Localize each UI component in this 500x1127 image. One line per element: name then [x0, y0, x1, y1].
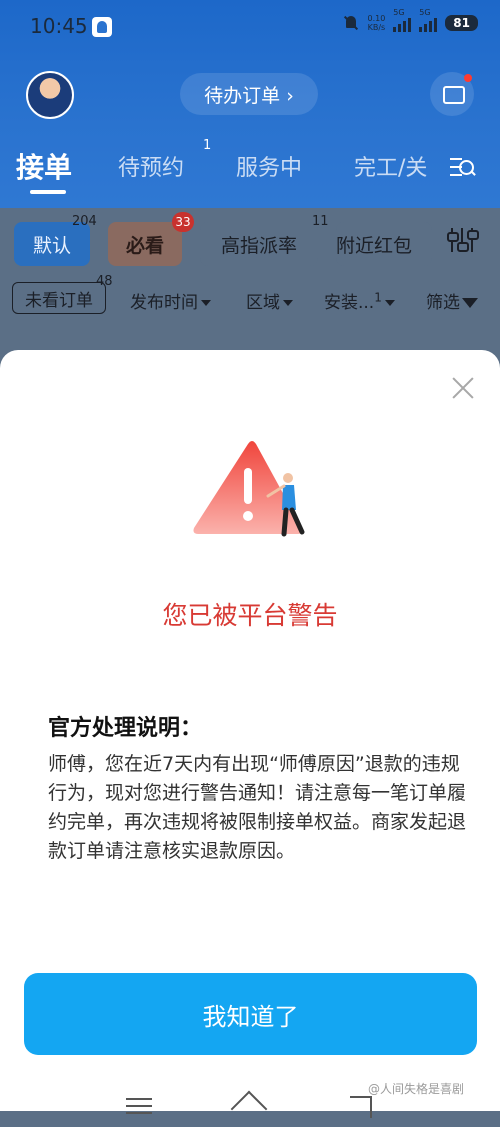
signal-2-icon: 5G — [419, 8, 438, 32]
tab-in-service[interactable]: 服务中 — [236, 150, 302, 182]
warning-dialog: 您已被平台警告 官方处理说明： 师傅，您在近7天内有出现“师傅原因”退款的违规行… — [0, 350, 500, 1127]
network-speed: 0.10 KB/s — [367, 14, 385, 32]
status-indicators: 0.10 KB/s 5G 5G 81 — [343, 8, 478, 32]
region-filter[interactable]: 区域 — [246, 288, 293, 313]
sub-filters: 未看订单 48 发布时间 区域 安装...1 筛选 — [0, 274, 500, 320]
publish-time-filter[interactable]: 发布时间 — [130, 288, 211, 313]
explanation-heading: 官方处理说明： — [48, 716, 203, 741]
region-label: 区域 — [246, 293, 280, 313]
active-tab-indicator — [30, 190, 66, 194]
chevron-down-icon — [201, 300, 211, 306]
unread-orders-badge: 48 — [96, 274, 113, 289]
tab-to-schedule[interactable]: 待预约 — [118, 150, 184, 182]
network-speed-unit: KB/s — [367, 23, 386, 32]
chat-icon — [443, 86, 465, 104]
filter-chip-high-assign-badge: 11 — [312, 214, 329, 229]
signal-1-icon: 5G — [393, 8, 412, 32]
tab-accept-orders[interactable]: 接单 — [16, 146, 72, 186]
mute-icon — [343, 14, 359, 32]
warning-title: 您已被平台警告 — [162, 601, 338, 630]
filter-bar: 默认 204 必看 高指派率 11 附近红包 未看订单 48 发布时间 区域 安… — [0, 208, 500, 350]
chevron-down-icon — [283, 300, 293, 306]
pending-orders-button[interactable]: 待办订单 › — [180, 73, 318, 115]
warning-illustration — [193, 441, 305, 537]
filter-chip-must-see-badge: 33 — [172, 212, 194, 232]
battery-indicator: 81 — [445, 15, 478, 31]
funnel-icon — [462, 298, 478, 308]
tab-to-schedule-badge: 1 — [203, 138, 212, 153]
filter-chip-high-assign[interactable]: 高指派率 — [200, 222, 318, 266]
app-notification-icon — [92, 17, 112, 37]
filter-label: 筛选 — [426, 293, 460, 313]
filter-chip-nearby-redpacket[interactable]: 附近红包 — [336, 222, 432, 266]
order-tabs: 接单 待预约 1 服务中 完工/关 — [0, 138, 500, 200]
filter-chip-default-badge: 204 — [72, 214, 97, 229]
search-icon[interactable] — [450, 154, 476, 180]
install-filter[interactable]: 安装...1 — [324, 288, 395, 313]
avatar[interactable] — [26, 71, 74, 119]
acknowledge-button[interactable]: 我知道了 — [24, 973, 477, 1055]
unread-orders-filter[interactable]: 未看订单 — [12, 282, 106, 314]
tab-completed[interactable]: 完工/关 — [354, 150, 438, 182]
filter-chip-must-see[interactable]: 必看 — [108, 222, 182, 266]
home-icon[interactable] — [230, 1090, 268, 1127]
watermark: @人间失格是喜剧 — [368, 1082, 465, 1096]
install-badge: 1 — [374, 290, 382, 305]
explanation-body: 师傅，您在近7天内有出现“师傅原因”退款的违规行为，现对您进行警告通知！请注意每… — [48, 753, 467, 862]
back-icon[interactable] — [350, 1096, 372, 1118]
app-header: 10:45 0.10 KB/s 5G 5G 81 待办订单 › 接单 待预约 1… — [0, 0, 500, 208]
publish-time-label: 发布时间 — [130, 293, 198, 313]
filter-button[interactable]: 筛选 — [426, 288, 478, 313]
menu-icon[interactable] — [126, 1098, 152, 1119]
messages-button[interactable] — [430, 72, 474, 116]
install-label: 安装... — [324, 293, 375, 313]
status-bar: 10:45 0.10 KB/s 5G 5G 81 — [0, 0, 500, 52]
signal-1-label: 5G — [393, 8, 405, 17]
signal-2-label: 5G — [419, 8, 431, 17]
close-icon[interactable] — [449, 374, 477, 402]
status-time: 10:45 — [30, 14, 88, 38]
unread-dot — [464, 74, 472, 82]
network-speed-value: 0.10 — [367, 14, 386, 23]
sliders-icon[interactable] — [447, 226, 479, 254]
chevron-down-icon — [384, 300, 395, 306]
